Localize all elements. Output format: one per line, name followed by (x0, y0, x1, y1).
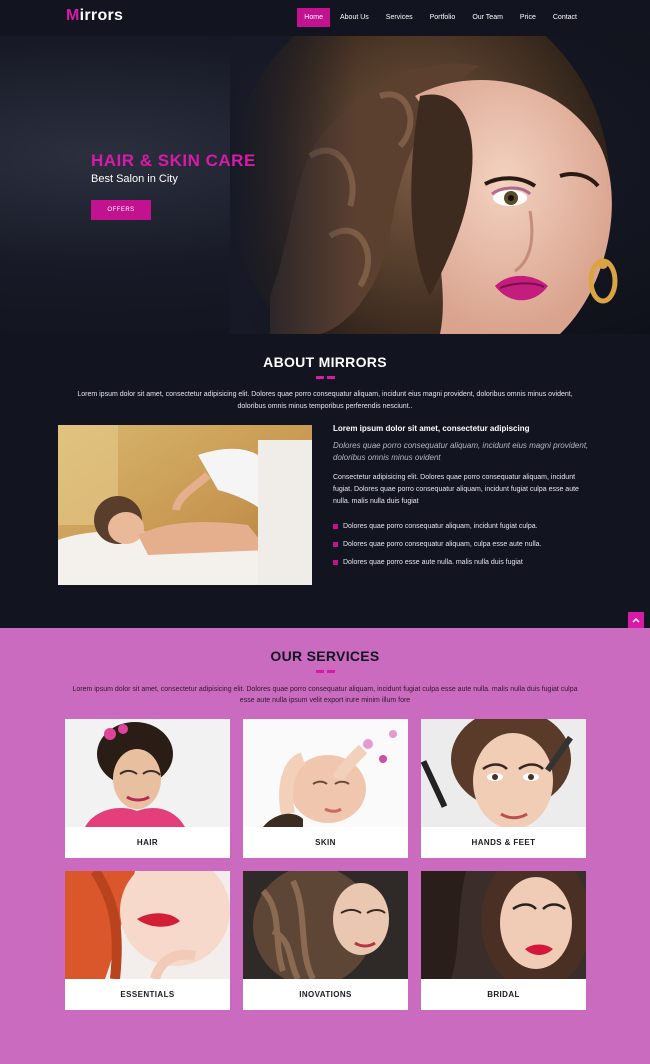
about-heading: Lorem ipsum dolor sit amet, consectetur … (333, 424, 530, 433)
card-label: BRIDAL (487, 990, 520, 999)
service-card-bridal[interactable]: BRIDAL (421, 871, 586, 1010)
nav-item-services[interactable]: Services (379, 8, 420, 27)
about-lead-text: Lorem ipsum dolor sit amet, consectetur … (77, 391, 573, 410)
square-bullet-icon (333, 523, 338, 529)
hands-feet-service-image (421, 719, 586, 827)
title-underline-icon (316, 670, 335, 673)
service-card-hair[interactable]: HAIR (65, 719, 230, 858)
spa-massage-image (58, 425, 312, 585)
nav-item-our-team[interactable]: Our Team (465, 8, 510, 27)
nav-item-price[interactable]: Price (513, 8, 543, 27)
square-bullet-icon (333, 541, 338, 547)
nav-item-contact[interactable]: Contact (546, 8, 584, 27)
service-card-hands-feet[interactable]: HANDS & FEET (421, 719, 586, 858)
top-navbar: Mirrors Home About Us Services Portfolio… (0, 0, 650, 36)
square-bullet-icon (333, 559, 338, 565)
hero-title: HAIR & SKIN CARE (91, 151, 256, 170)
service-card-inovations[interactable]: INOVATIONS (243, 871, 408, 1010)
services-section: OUR SERVICES Lorem ipsum dolor sit amet,… (0, 628, 650, 1064)
site-logo[interactable]: Mirrors (66, 7, 123, 25)
list-item: Dolores quae porro consequatur aliquam, … (333, 535, 593, 553)
scroll-to-top-button[interactable] (628, 612, 644, 628)
service-card-skin[interactable]: SKIN (243, 719, 408, 858)
card-label: ESSENTIALS (120, 990, 175, 999)
card-label: SKIN (315, 838, 336, 847)
hero-subtitle: Best Salon in City (91, 173, 178, 185)
hair-service-image (65, 719, 230, 827)
services-lead-text: Lorem ipsum dolor sit amet, consectetur … (72, 686, 578, 704)
nav-item-portfolio[interactable]: Portfolio (423, 8, 463, 27)
list-item-text: Dolores quae porro esse aute nulla. mali… (343, 558, 523, 566)
about-title: ABOUT MIRRORS (263, 354, 387, 370)
card-label: INOVATIONS (299, 990, 352, 999)
main-menu: Home About Us Services Portfolio Our Tea… (294, 8, 584, 27)
chevron-up-icon (632, 617, 640, 623)
hero-banner: HAIR & SKIN CARE Best Salon in City OFFE… (0, 36, 650, 334)
service-card-essentials[interactable]: ESSENTIALS (65, 871, 230, 1010)
skin-service-image (243, 719, 408, 827)
title-underline-icon (316, 376, 335, 379)
about-paragraph: Consectetur adipisicing elit. Dolores qu… (333, 474, 579, 505)
services-title: OUR SERVICES (270, 648, 380, 664)
card-label: HANDS & FEET (471, 838, 536, 847)
hero-model-image (230, 36, 650, 334)
list-item: Dolores quae porro esse aute nulla. mali… (333, 553, 593, 571)
list-item-text: Dolores quae porro consequatur aliquam, … (343, 540, 542, 548)
about-details: Lorem ipsum dolor sit amet, consectetur … (333, 424, 593, 571)
about-section: ABOUT MIRRORS Lorem ipsum dolor sit amet… (0, 334, 650, 628)
essentials-service-image (65, 871, 230, 979)
inovations-service-image (243, 871, 408, 979)
nav-item-home[interactable]: Home (297, 8, 330, 27)
nav-item-about-us[interactable]: About Us (333, 8, 376, 27)
about-italic-text: Dolores quae porro consequatur aliquam, … (333, 441, 589, 462)
list-item-text: Dolores quae porro consequatur aliquam, … (343, 522, 538, 530)
offers-button[interactable]: OFFERS (91, 200, 151, 220)
bridal-service-image (421, 871, 586, 979)
list-item: Dolores quae porro consequatur aliquam, … (333, 517, 593, 535)
card-label: HAIR (136, 838, 159, 847)
